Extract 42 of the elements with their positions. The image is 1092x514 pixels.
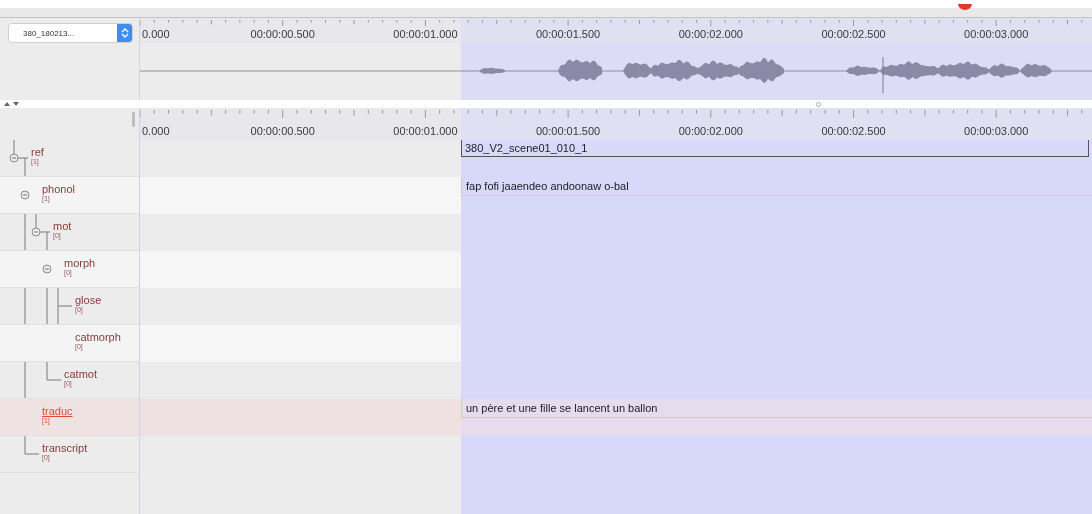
tier-name[interactable]: ref (31, 147, 44, 158)
selection-region[interactable]: 380_V2_scene01_010_1 (461, 140, 1092, 177)
time-label: 0.000 (142, 28, 170, 40)
annotation-interval[interactable]: un père et une fille se lancent un ballon (461, 399, 1092, 418)
media-select[interactable]: 380_180213... (8, 23, 133, 43)
time-label: 00:00:01.000 (393, 28, 458, 40)
indicator-icon (958, 4, 972, 11)
collapse-icon[interactable] (20, 190, 30, 200)
splitter-grip-icon[interactable] (816, 102, 821, 107)
annotation-interval[interactable]: fap fofi jaaendeo andoonaw o-bal (461, 177, 1092, 196)
time-label: 00:00:01.500 (536, 125, 601, 137)
selection-region[interactable] (461, 362, 1092, 399)
collapse-icon[interactable] (31, 227, 41, 237)
time-label: 00:00:02.000 (678, 125, 743, 137)
time-ruler[interactable]: 0.000 00:00:00.500 00:00:01.000 00:00:01.500 00:00:02.000 00:00:02.500 00:00:03.000 (140, 108, 1092, 140)
time-label: 00:00:03.000 (964, 28, 1029, 40)
tier-name[interactable]: glose (75, 295, 102, 306)
tier-name[interactable]: catmorph (75, 332, 121, 343)
time-label: 00:00:01.500 (536, 28, 601, 40)
selection-region[interactable]: fap fofi jaaendeo andoonaw o-bal (461, 177, 1092, 214)
time-label: 00:00:00.500 (250, 28, 315, 40)
time-label: 00:00:02.500 (821, 125, 886, 137)
time-ruler[interactable]: 0.000 00:00:00.500 00:00:01.000 00:00:01.500 00:00:02.000 00:00:02.500 00:00:03.000 (140, 18, 1092, 43)
tier-name[interactable]: phonol (42, 184, 76, 195)
collapse-icon[interactable] (9, 153, 19, 163)
time-label: 00:00:03.000 (964, 125, 1029, 137)
time-label: 00:00:02.000 (678, 28, 743, 40)
tier-name[interactable]: morph (64, 258, 96, 269)
time-label: 00:00:01.000 (393, 125, 458, 137)
stepper-icon (120, 27, 129, 39)
time-label: 00:00:02.500 (821, 28, 886, 40)
annotation-segment[interactable]: 380_V2_scene01_010_1 (461, 140, 1089, 157)
resize-handle[interactable] (132, 112, 135, 127)
tier-name[interactable]: catmot (64, 369, 97, 380)
tier-name[interactable]: transcript (42, 443, 88, 454)
tier-name[interactable]: mot (53, 221, 72, 232)
selection-region[interactable]: un père et une fille se lancent un ballon (461, 399, 1092, 436)
collapse-icon[interactable] (42, 264, 52, 274)
time-label: 00:00:00.500 (250, 125, 315, 137)
splitter-arrows-icon[interactable] (4, 101, 20, 106)
selection-region[interactable] (461, 436, 1092, 473)
time-label: 0.000 (142, 125, 170, 137)
